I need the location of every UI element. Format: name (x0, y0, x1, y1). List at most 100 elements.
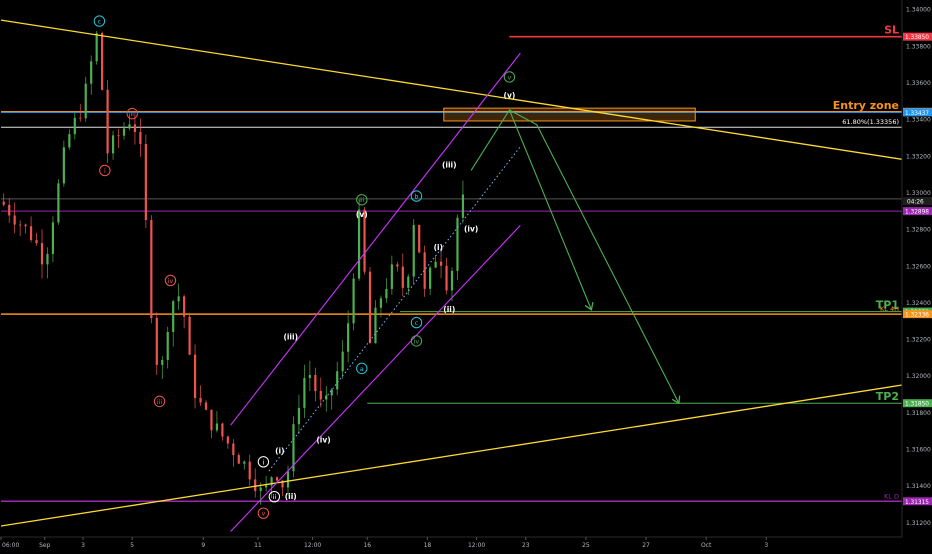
x-tick-label: 5 (130, 542, 134, 549)
candle-body (401, 266, 404, 288)
candle-body (396, 264, 399, 267)
x-tick-label: 12:00 (468, 542, 485, 549)
wave-label: ii (130, 110, 134, 118)
candle-body (46, 253, 49, 265)
candle-body (319, 391, 322, 400)
candle-body (445, 265, 448, 291)
candle-body (347, 323, 350, 352)
candle-body (199, 398, 202, 403)
candle-body (374, 307, 377, 344)
wave-label: (i) (434, 243, 443, 252)
x-tick-label: Oct (701, 542, 712, 549)
chart-canvas[interactable]: SLEntry zone61.80%(1.33356)TP1KL 4HTP2KL… (0, 0, 932, 550)
wave-label: i (104, 167, 106, 175)
candle-body (407, 276, 410, 288)
candle-body (84, 83, 87, 119)
candle-body (188, 316, 191, 355)
wave-label: ii (273, 493, 277, 501)
wave-label: iii (157, 398, 163, 406)
x-tick-label: 3 (764, 542, 768, 549)
candle-body (368, 271, 372, 344)
entry-zone-box (443, 107, 696, 122)
candle-body (352, 278, 355, 324)
x-tick-label: 06:00 (2, 542, 19, 549)
x-tick-label: 16 (363, 542, 371, 549)
level-label: SL (884, 24, 899, 37)
candle-body (35, 240, 38, 244)
y-tick-label: 1.32000 (906, 373, 931, 380)
candle-body (8, 204, 11, 216)
wave-label: iv (414, 337, 420, 345)
candle-body (265, 485, 268, 488)
x-tick-label: 18 (424, 542, 432, 549)
x-tick-label: 27 (642, 542, 650, 549)
countdown-label: 04:26 (907, 200, 924, 206)
candle-body (439, 261, 443, 266)
wave-label: v (507, 73, 511, 81)
level-label: KL 4H (880, 305, 899, 313)
time-axis-layer: 06:00 Sep 3 5 9 11 12:00 16 18 12:00 23 25 27 Oct 3 (0, 536, 932, 550)
y-tick-label: 1.33800 (906, 43, 931, 50)
candle-body (51, 222, 55, 254)
candle-body (248, 461, 251, 480)
candle-body (73, 117, 76, 135)
candle-body (259, 487, 262, 492)
candle-body (166, 332, 169, 360)
x-tick-label: 23 (522, 542, 530, 549)
candle-body (254, 479, 257, 492)
x-tick-label: 25 (582, 542, 590, 549)
candle-body (19, 224, 22, 226)
x-tick-label: 9 (201, 542, 205, 549)
wave-label: (iii) (442, 160, 457, 169)
wave-label: (i) (275, 446, 284, 455)
candle-body (303, 378, 306, 408)
candle-body (128, 124, 131, 129)
level-label: KL D (884, 492, 899, 500)
forex-chart[interactable]: SL Entry zone 61.80%(1.33356) TP1 KL 4H TP2 KL… (0, 0, 932, 550)
y-tick-label: 1.32600 (906, 263, 931, 270)
wave-label: (v) (356, 210, 368, 219)
candle-body (2, 201, 5, 205)
price-badge-label: 1.32336 (905, 313, 929, 319)
candle-body (275, 477, 279, 481)
x-tick-label: 11 (254, 542, 262, 549)
candle-body (122, 128, 126, 136)
candle-body (150, 219, 153, 319)
candle-body (13, 215, 16, 225)
candle-body (385, 288, 388, 299)
candle-body (210, 409, 213, 431)
candle-body (461, 194, 465, 218)
level-label: TP2 (876, 390, 899, 403)
candle-body (155, 318, 158, 365)
candle-body (177, 296, 180, 302)
y-tick-label: 1.33200 (906, 153, 931, 160)
wave-label: (v) (504, 91, 516, 100)
price-axis-layer: 1.34000 1.33800 1.33600 1.33400 1.33200 1.330… (901, 0, 932, 537)
candle-body (314, 374, 317, 392)
candle-body (243, 461, 246, 464)
entry-box-layer (443, 107, 696, 122)
y-tick-label: 1.34000 (906, 7, 931, 14)
price-badge-label: 1.33850 (905, 35, 929, 41)
y-tick-label: 1.33400 (906, 117, 931, 124)
candle-body (379, 298, 383, 308)
x-tick-label: 3 (81, 542, 85, 549)
y-tick-label: 1.32400 (906, 300, 931, 307)
candle-body (68, 134, 71, 148)
candle-body (133, 124, 137, 133)
candle-body (139, 132, 142, 144)
price-badge-label: 1.31315 (905, 500, 929, 506)
candle-body (215, 423, 219, 431)
y-tick-label: 1.32200 (906, 337, 931, 344)
price-badge-label: 1.32898 (905, 210, 929, 216)
candle-body (117, 135, 120, 137)
wave-label: c (415, 319, 419, 327)
candle-body (90, 61, 93, 84)
candle-body (434, 261, 437, 268)
candle-body (161, 359, 164, 365)
wave-label: (ii) (285, 492, 297, 501)
y-tick-label: 1.31400 (906, 483, 931, 490)
candle-body (79, 117, 82, 119)
candle-body (418, 224, 421, 253)
candle-body (62, 147, 65, 184)
